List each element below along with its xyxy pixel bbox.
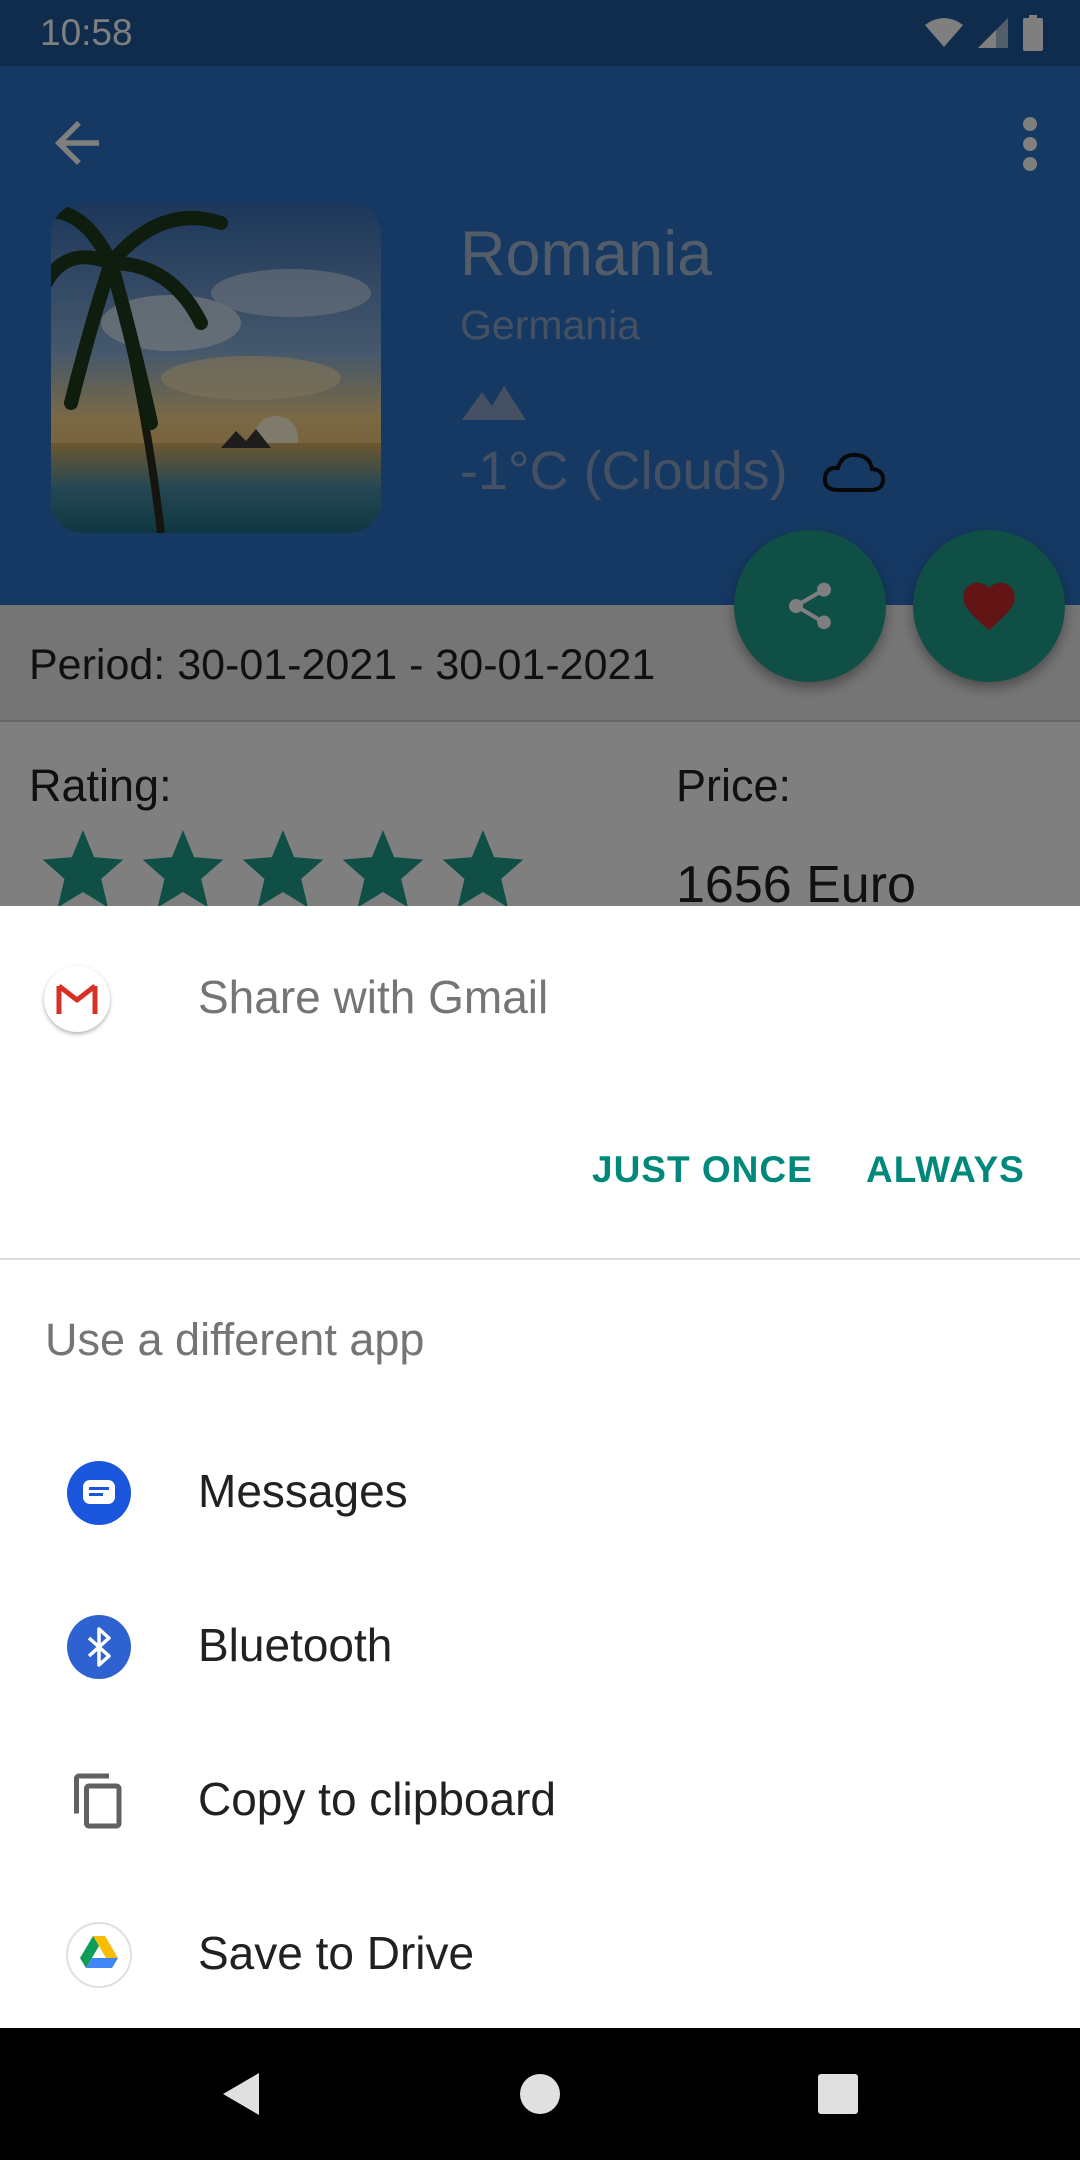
system-nav-bar: [0, 2028, 1080, 2160]
app-row-bluetooth[interactable]: Bluetooth: [0, 1570, 1080, 1724]
different-app-label: Use a different app: [45, 1314, 425, 1365]
nav-home-icon[interactable]: [510, 2064, 570, 2124]
always-button[interactable]: ALWAYS: [866, 1149, 1025, 1191]
nav-recents-icon[interactable]: [808, 2064, 868, 2124]
bluetooth-icon: [66, 1614, 132, 1680]
clipboard-icon: [66, 1768, 132, 1834]
app-row-drive[interactable]: Save to Drive: [0, 1878, 1080, 2032]
app-label: Save to Drive: [198, 1927, 475, 1979]
app-row-clipboard[interactable]: Copy to clipboard: [0, 1724, 1080, 1878]
app-label: Messages: [198, 1465, 408, 1517]
just-once-button[interactable]: JUST ONCE: [592, 1149, 813, 1191]
divider: [0, 1258, 1080, 1260]
suggested-app-label: Share with Gmail: [198, 971, 549, 1023]
screen: 10:58: [0, 0, 1080, 2160]
nav-back-icon[interactable]: [210, 2064, 270, 2124]
share-sheet: Share with Gmail JUST ONCE ALWAYS Use a …: [0, 906, 1080, 2028]
app-row-messages[interactable]: Messages: [0, 1416, 1080, 1570]
dim-scrim[interactable]: [0, 0, 1080, 906]
suggested-app-row[interactable]: Share with Gmail: [0, 906, 1080, 1086]
app-label: Copy to clipboard: [198, 1773, 556, 1825]
messages-icon: [66, 1460, 132, 1526]
drive-icon: [66, 1922, 132, 1988]
app-label: Bluetooth: [198, 1619, 393, 1671]
gmail-icon: [44, 966, 110, 1032]
